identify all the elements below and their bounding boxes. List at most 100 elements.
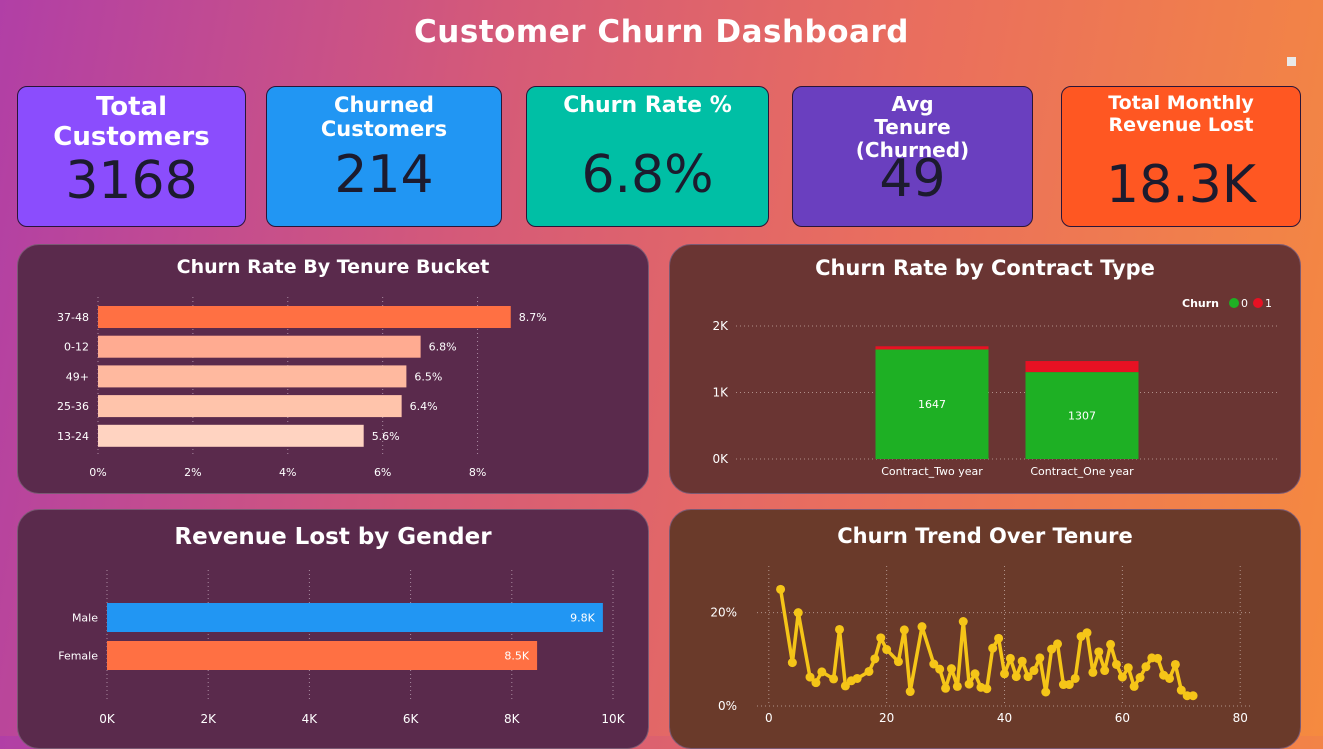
- data-point: [776, 584, 786, 594]
- data-point: [852, 673, 862, 683]
- data-point: [941, 683, 951, 693]
- tenure-bucket-chart-panel[interactable]: Churn Rate By Tenure Bucket 0% 2% 4% 6% 8% 37…: [17, 244, 649, 494]
- contract-type-chart-panel[interactable]: Churn Rate by Contract Type 0K 1K 2K 1647 Co…: [669, 244, 1301, 494]
- data-point: [917, 622, 927, 632]
- category-label: 0-12: [64, 341, 89, 354]
- data-point: [935, 664, 945, 674]
- data-point: [1053, 639, 1063, 649]
- data-label: 1647: [918, 398, 946, 411]
- x-tick-label: 10K: [601, 712, 625, 726]
- x-tick-label: 80: [1233, 711, 1248, 725]
- y-tick-label: 0%: [718, 699, 737, 713]
- data-point: [1117, 672, 1127, 682]
- data-point: [1100, 666, 1110, 676]
- data-point: [970, 669, 980, 679]
- data-label: 6.5%: [414, 370, 442, 383]
- data-point: [1123, 663, 1133, 673]
- kpi-churned-customers-value: 214: [334, 145, 434, 205]
- x-tick-label: 0: [765, 711, 773, 725]
- gender-revenue-chart: 0K 2K 4K 6K 8K 10K Male 9.8K Female 8.5K: [58, 570, 626, 726]
- bar-segment: [1025, 361, 1139, 373]
- x-tick-label: 0K: [99, 712, 116, 726]
- data-point: [964, 679, 974, 689]
- data-point: [893, 657, 903, 667]
- legend-swatch: [1253, 298, 1263, 308]
- focus-mode-icon[interactable]: [1287, 57, 1296, 66]
- data-point: [1000, 669, 1009, 679]
- x-tick-label: Contract_Two year: [881, 465, 983, 478]
- data-point: [1070, 673, 1080, 683]
- x-tick-label: 4K: [302, 712, 319, 726]
- category-label: 13-24: [57, 430, 89, 443]
- data-point: [882, 645, 892, 655]
- y-tick-label: 1K: [712, 386, 729, 400]
- y-tick-label: 0K: [712, 452, 729, 466]
- x-tick-label: 60: [1115, 711, 1130, 725]
- churn-trend-chart: 0 20 40 60 80 0% 20%: [710, 566, 1252, 725]
- data-point: [1111, 659, 1121, 669]
- kpi-avg-tenure-value: 49: [879, 149, 946, 209]
- bar: [98, 365, 407, 388]
- x-tick-label: 0%: [89, 466, 106, 479]
- legend-title: Churn: [1182, 297, 1219, 310]
- data-point: [1170, 659, 1180, 669]
- data-label: 6.4%: [410, 400, 438, 413]
- legend-swatch: [1229, 298, 1239, 308]
- trend-line: [778, 589, 1194, 698]
- data-label: 5.6%: [372, 430, 400, 443]
- data-point: [952, 681, 962, 691]
- bar: [98, 335, 421, 358]
- data-point: [1153, 653, 1163, 663]
- tenure-bucket-chart: 0% 2% 4% 6% 8% 37-48 8.7% 0-12 6.8% 49+ 6.5% 25-36 6…: [57, 297, 547, 479]
- gender-revenue-chart-panel[interactable]: Revenue Lost by Gender 0K 2K 4K 6K 8K 10K Male…: [17, 509, 649, 749]
- data-point: [899, 625, 909, 635]
- data-point: [1041, 687, 1051, 697]
- kpi-churn-rate[interactable]: Churn Rate % 6.8%: [526, 86, 769, 227]
- bar: [107, 641, 538, 670]
- data-point: [876, 633, 886, 643]
- x-tick-label: 8K: [504, 712, 521, 726]
- data-label: 8.7%: [519, 311, 547, 324]
- kpi-total-customers-label: Total Customers: [53, 92, 210, 152]
- kpi-churn-rate-label: Churn Rate %: [563, 93, 732, 118]
- data-point: [988, 643, 998, 653]
- data-point: [864, 666, 874, 676]
- kpi-total-customers[interactable]: Total Customers 3168: [17, 86, 246, 227]
- x-tick-label: 4%: [279, 466, 296, 479]
- churn-trend-chart-panel[interactable]: Churn Trend Over Tenure 0 20 40 60 80 0% 20%: [669, 509, 1301, 749]
- legend-label: 1: [1265, 297, 1272, 310]
- data-point: [817, 667, 827, 677]
- bar-segment: [875, 346, 989, 350]
- data-point: [793, 608, 803, 618]
- kpi-revenue-lost-value: 18.3K: [1106, 155, 1256, 215]
- x-tick-label: 8%: [469, 466, 486, 479]
- kpi-churned-customers[interactable]: Churned Customers 214: [266, 86, 502, 227]
- x-tick-label: 40: [997, 711, 1012, 725]
- bar: [98, 395, 402, 418]
- data-point: [946, 664, 956, 674]
- data-point: [958, 617, 968, 627]
- kpi-avg-tenure[interactable]: Avg Tenure (Churned) 49: [792, 86, 1033, 227]
- category-label: Male: [72, 612, 98, 625]
- dashboard-title: Customer Churn Dashboard: [414, 14, 909, 50]
- data-point: [1094, 647, 1104, 657]
- category-label: 49+: [66, 370, 89, 383]
- kpi-churn-rate-value: 6.8%: [581, 145, 714, 205]
- data-point: [1035, 653, 1045, 663]
- data-point: [1141, 662, 1151, 672]
- kpi-churned-customers-label: Churned Customers: [320, 93, 448, 142]
- category-label: 25-36: [57, 400, 89, 413]
- data-point: [994, 633, 1004, 643]
- data-point: [835, 624, 844, 634]
- data-point: [1029, 666, 1039, 676]
- category-label: 37-48: [57, 311, 89, 324]
- data-point: [787, 658, 797, 668]
- data-point: [1005, 653, 1015, 663]
- kpi-revenue-lost[interactable]: Total Monthly Revenue Lost 18.3K: [1061, 86, 1301, 227]
- data-point: [1135, 673, 1145, 683]
- bar: [98, 306, 511, 328]
- contract-type-chart: 0K 1K 2K 1647 Contract_Two year 1307 Contract_…: [712, 297, 1278, 478]
- data-point: [811, 678, 821, 688]
- data-label: 6.8%: [429, 341, 457, 354]
- y-tick-label: 20%: [710, 606, 737, 620]
